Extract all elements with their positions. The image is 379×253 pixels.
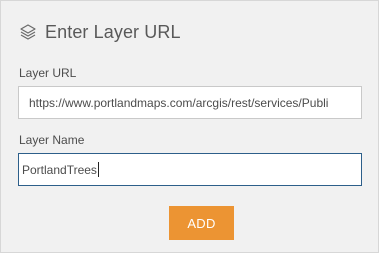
layer-url-label: Layer URL xyxy=(19,66,77,80)
layer-name-label: Layer Name xyxy=(19,133,85,147)
layer-name-value: PortlandTrees xyxy=(22,162,97,177)
panel-title: Enter Layer URL xyxy=(45,21,181,42)
enter-layer-url-panel: Enter Layer URL Layer URL https://www.po… xyxy=(0,0,379,253)
layers-icon xyxy=(19,23,37,41)
layer-url-input[interactable]: https://www.portlandmaps.com/arcgis/rest… xyxy=(18,86,362,119)
layer-url-value: https://www.portlandmaps.com/arcgis/rest… xyxy=(29,95,329,110)
text-caret xyxy=(97,162,99,177)
add-button[interactable]: ADD xyxy=(169,206,234,240)
layer-name-input[interactable]: PortlandTrees xyxy=(18,153,362,186)
panel-header: Enter Layer URL xyxy=(19,20,181,44)
